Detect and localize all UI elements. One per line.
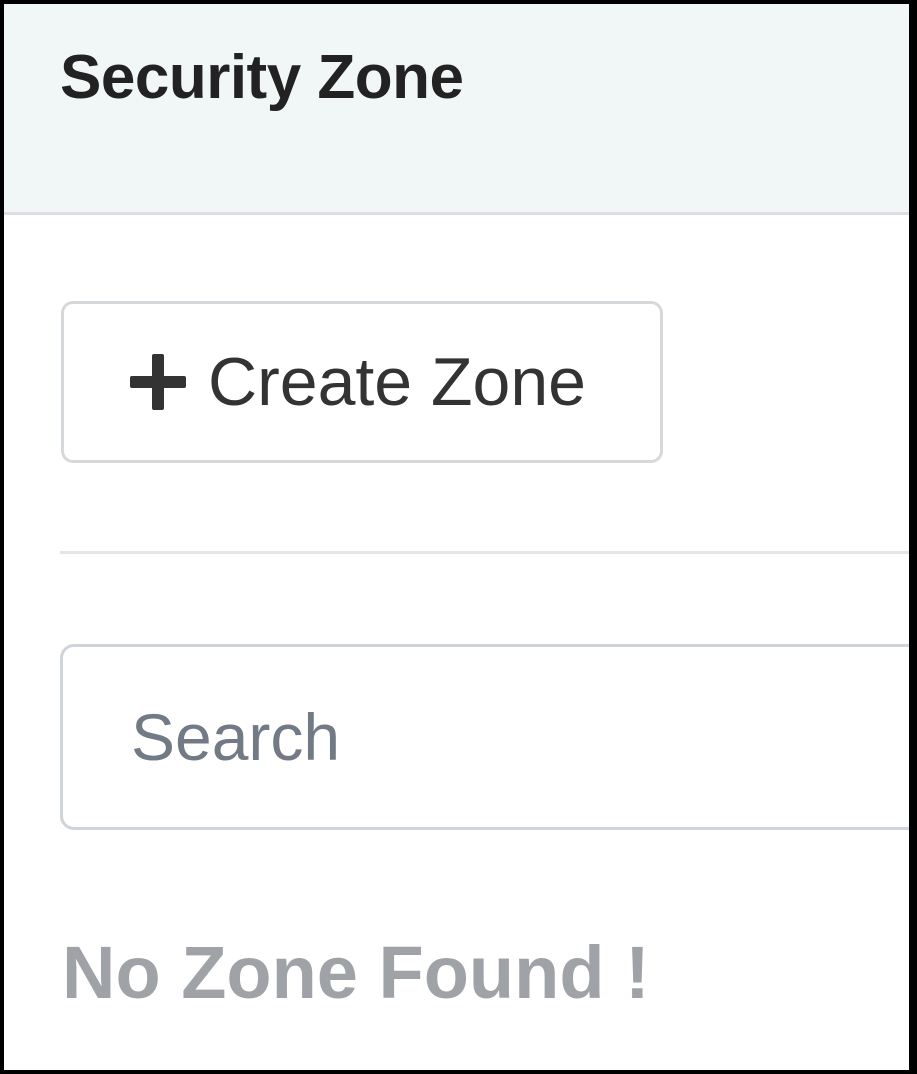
security-zone-panel: Security Zone Create Zone No Zone Found … (0, 0, 917, 1074)
search-box (60, 644, 909, 830)
create-zone-button[interactable]: Create Zone (61, 301, 663, 463)
search-input[interactable] (63, 647, 909, 827)
divider (60, 551, 909, 554)
plus-icon (130, 354, 186, 410)
panel-header: Security Zone (4, 4, 909, 215)
empty-state-message: No Zone Found ! (62, 931, 650, 1014)
page-title: Security Zone (60, 43, 464, 112)
create-zone-label: Create Zone (208, 344, 586, 420)
